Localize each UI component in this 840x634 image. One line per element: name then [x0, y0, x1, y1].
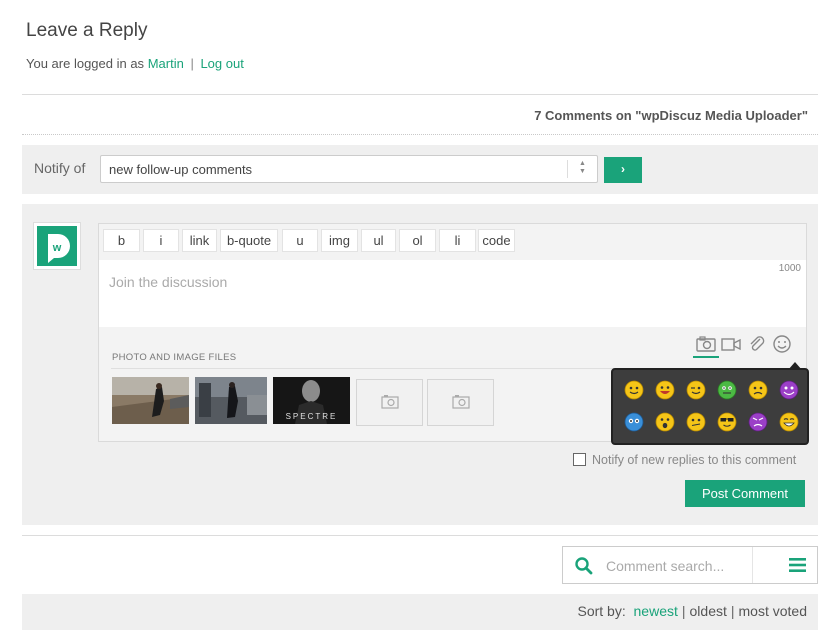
notify-bar: Notify of new follow-up comments ▲ ▼ › — [22, 145, 818, 194]
upload-section-label: PHOTO AND IMAGE FILES — [112, 352, 237, 363]
active-tab-indicator — [693, 356, 719, 358]
notify-replies-label: Notify of new replies to this comment — [592, 453, 797, 467]
video-icon[interactable] — [719, 334, 743, 356]
post-comment-button[interactable]: Post Comment — [685, 480, 805, 507]
bold-button[interactable]: b — [103, 229, 140, 252]
logout-link[interactable]: Log out — [200, 56, 243, 71]
confused-emoji[interactable] — [686, 412, 706, 432]
image-thumbnail[interactable] — [112, 377, 189, 424]
notify-submit-button[interactable]: › — [604, 157, 642, 183]
textarea-placeholder: Join the discussion — [109, 274, 228, 290]
cool-emoji[interactable] — [717, 412, 737, 432]
surprised-emoji[interactable] — [655, 412, 675, 432]
purple-angry-emoji[interactable] — [748, 412, 768, 432]
divider — [22, 134, 818, 135]
link-button[interactable]: link — [182, 229, 217, 252]
formatting-toolbar: b i link b-quote u img ul ol li code — [99, 224, 806, 260]
reply-title: Leave a Reply — [26, 20, 148, 41]
notify-select[interactable]: new follow-up comments ▲ ▼ — [100, 155, 598, 183]
sort-newest[interactable]: newest — [634, 603, 678, 619]
notify-replies-checkbox[interactable] — [573, 453, 586, 466]
li-button[interactable]: li — [439, 229, 476, 252]
purple-devil-emoji[interactable] — [779, 380, 799, 400]
empty-upload-slot[interactable] — [356, 379, 423, 426]
avatar: w — [33, 222, 81, 270]
smiley-icon[interactable] — [770, 334, 794, 356]
italic-button[interactable]: i — [143, 229, 179, 252]
comment-search-box[interactable]: Comment search... — [562, 546, 818, 584]
thumbnail-caption: SPECTRE — [286, 412, 338, 421]
image-thumbnail[interactable] — [195, 377, 267, 424]
sort-label: Sort by: — [577, 603, 626, 619]
image-thumbnail[interactable]: SPECTRE — [273, 377, 350, 424]
code-button[interactable]: code — [478, 229, 515, 252]
search-input[interactable]: Comment search... — [606, 558, 724, 574]
separator: | — [190, 56, 194, 71]
green-emoji[interactable] — [717, 380, 737, 400]
search-divider — [752, 547, 753, 583]
wink-emoji[interactable] — [686, 380, 706, 400]
divider — [22, 94, 818, 95]
search-icon[interactable] — [574, 556, 594, 581]
empty-upload-slot[interactable] — [427, 379, 494, 426]
ol-button[interactable]: ol — [399, 229, 436, 252]
img-button[interactable]: img — [321, 229, 358, 252]
sort-options: Sort by: newest | oldest | most voted — [577, 603, 807, 619]
attachment-icon[interactable] — [745, 334, 769, 356]
menu-icon[interactable] — [788, 556, 808, 579]
comments-count: 7 Comments on "wpDiscuz Media Uploader" — [534, 108, 808, 123]
select-arrows-icon: ▲ ▼ — [567, 160, 597, 178]
sort-most-voted[interactable]: most voted — [739, 603, 807, 619]
comment-textarea[interactable]: Join the discussion 1000 — [99, 260, 806, 327]
emoji-popup — [611, 362, 809, 445]
camera-icon — [381, 395, 399, 409]
logged-in-prefix: You are logged in as — [26, 56, 145, 71]
ul-button[interactable]: ul — [361, 229, 396, 252]
notify-replies-row[interactable]: Notify of new replies to this comment — [573, 453, 796, 467]
divider — [22, 535, 818, 536]
laugh-emoji[interactable] — [655, 380, 675, 400]
char-limit: 1000 — [778, 263, 801, 274]
smile-emoji[interactable] — [624, 380, 644, 400]
avatar-logo-icon: w — [37, 226, 77, 266]
logged-in-line: You are logged in as Martin | Log out — [26, 56, 244, 71]
user-name-link[interactable]: Martin — [148, 56, 184, 71]
sort-oldest[interactable]: oldest — [690, 603, 727, 619]
avatar-letter: w — [52, 242, 62, 254]
camera-icon[interactable] — [694, 334, 718, 356]
comment-form: w b i link b-quote u img ul ol li code J… — [22, 204, 818, 525]
notify-label: Notify of — [34, 160, 86, 176]
underline-button[interactable]: u — [282, 229, 318, 252]
sad-emoji[interactable] — [748, 380, 768, 400]
popup-caret — [788, 362, 802, 370]
sort-bar: Sort by: newest | oldest | most voted — [22, 594, 818, 630]
grin-emoji[interactable] — [779, 412, 799, 432]
notify-select-value: new follow-up comments — [109, 162, 253, 177]
blockquote-button[interactable]: b-quote — [220, 229, 278, 252]
camera-icon — [452, 395, 470, 409]
blue-emoji[interactable] — [624, 412, 644, 432]
